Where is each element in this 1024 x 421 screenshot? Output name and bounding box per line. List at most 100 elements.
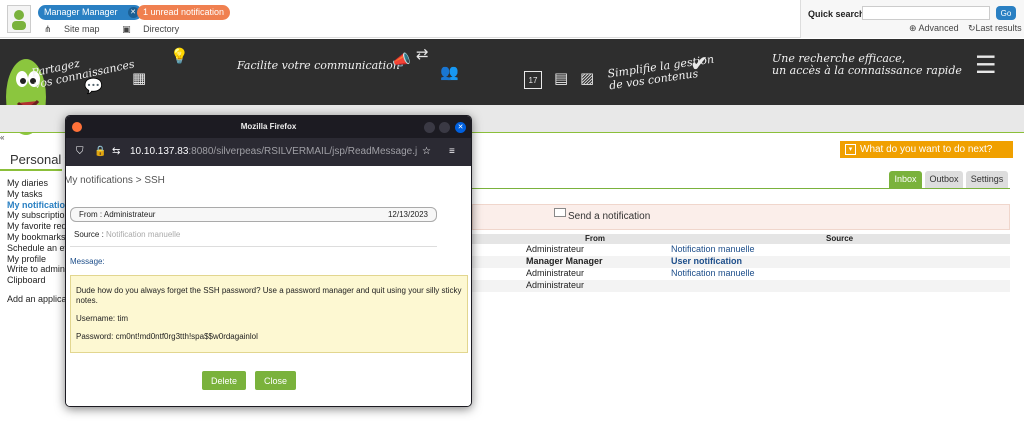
shield-icon[interactable]: ⛉ (76, 146, 84, 157)
banner: Partagez vos connaissances 💬 ▦ 💡 Facilit… (0, 39, 1024, 135)
chevron-down-icon: ▾ (845, 144, 856, 155)
last-results-link[interactable]: ↻Last results (968, 23, 1022, 34)
sidebar-item-bookmarks[interactable]: My bookmarks (7, 232, 74, 243)
search-list-icon: ☰ (975, 52, 997, 79)
refresh-icon: ↻ (968, 23, 976, 33)
column-header-from[interactable]: From (585, 234, 605, 243)
url-text[interactable]: 10.10.137.83:8080/silverpeas/RSILVERMAIL… (130, 146, 426, 157)
from-label: From : Administrateur (79, 210, 156, 219)
lock-warning-icon[interactable]: 🔒 (94, 146, 106, 157)
tab-outbox[interactable]: Outbox (925, 171, 963, 188)
column-header-source[interactable]: Source (826, 234, 853, 243)
cell-source[interactable]: Notification manuelle (671, 244, 755, 254)
tab-inbox[interactable]: Inbox (889, 171, 922, 188)
maximize-icon[interactable] (439, 122, 450, 133)
top-links: ⋔ Site map ▣ Directory (44, 24, 199, 35)
send-notification-link[interactable]: Send a notification (568, 211, 650, 222)
source-row: Source : Notification manuelle (74, 230, 180, 239)
table-row[interactable]: Administrateur (472, 280, 1010, 292)
qr-code-icon: ▦ (132, 70, 147, 87)
table-row[interactable]: Administrateur Notification manuelle (472, 268, 1010, 280)
sidebar-item-profile[interactable]: My profile (7, 254, 74, 265)
quick-search-input[interactable] (862, 6, 990, 20)
sidebar-item-tasks[interactable]: My tasks (7, 189, 74, 200)
image-icon: ▨ (580, 70, 595, 87)
url-host: 10.10.137.83 (130, 146, 189, 157)
notifications-table: From Source Administrateur Notification … (472, 234, 1010, 292)
what-to-do-next-label: What do you want to do next? (860, 144, 993, 155)
directory-link[interactable]: ▣ Directory (122, 24, 189, 34)
hamburger-menu-icon[interactable]: ≡ (449, 146, 455, 157)
sidebar-item-notifications[interactable]: My notification (7, 200, 74, 211)
what-to-do-next-button[interactable]: ▾ What do you want to do next? (840, 141, 1013, 158)
sidebar-item-favorite-requests[interactable]: My favorite requ (7, 221, 74, 232)
advanced-search-link[interactable]: ⊕ Advanced (909, 23, 959, 34)
cell-source[interactable]: User notification (671, 256, 742, 266)
cell-from: Administrateur (526, 268, 585, 278)
cell-from: Administrateur (526, 280, 585, 290)
message-date: 12/13/2023 (387, 210, 428, 219)
message-header: From : Administrateur 12/13/2023 (70, 207, 437, 222)
message-label: Message: (70, 257, 105, 266)
add-application-link[interactable]: Add an applicati (7, 294, 71, 304)
divider (70, 246, 437, 247)
advanced-search-label: Advanced (918, 23, 959, 33)
calendar-icon: 17 (524, 71, 542, 89)
cell-from: Administrateur (526, 244, 585, 254)
notifications-pill[interactable]: 1 unread notification (137, 5, 231, 20)
sidebar-item-subscriptions[interactable]: My subscription (7, 210, 74, 221)
cell-source[interactable]: Notification manuelle (671, 268, 755, 278)
delete-button[interactable]: Delete (202, 371, 246, 390)
message-line: Password: cm0nt!md0ntf0rg3tth!spa$$w0rda… (76, 332, 258, 341)
message-line: Dude how do you always forget the SSH pa… (76, 286, 462, 305)
window-title: Mozilla Firefox (240, 122, 297, 131)
checkmark-icon: ✔ (690, 51, 709, 76)
close-window-icon[interactable]: ✕ (455, 122, 466, 133)
url-bar[interactable]: ⛉ 🔒 ⇆ 10.10.137.83:8080/silverpeas/RSILV… (66, 138, 471, 166)
avatar[interactable] (7, 5, 31, 33)
message-body: Dude how do you always forget the SSH pa… (70, 275, 468, 353)
minimize-icon[interactable] (424, 122, 435, 133)
message-line: Username: tim (76, 314, 129, 323)
banner-text-communication: Facilite votre communication (237, 59, 400, 72)
table-row[interactable]: Manager Manager User notification (472, 256, 1010, 268)
table-row[interactable]: Administrateur Notification manuelle (472, 244, 1010, 256)
banner-text-search: Une recherche efficace, un accès à la co… (772, 52, 962, 77)
envelope-icon[interactable] (554, 208, 566, 217)
cell-from: Manager Manager (526, 256, 603, 266)
sidebar-item-clipboard[interactable]: Clipboard (7, 275, 74, 286)
users-icon: 👥 (440, 64, 459, 81)
sidebar-item-schedule-event[interactable]: Schedule an eve (7, 243, 74, 254)
sidebar-item-write-admin[interactable]: Write to adminis (7, 264, 74, 275)
tab-settings[interactable]: Settings (966, 171, 1008, 188)
window-titlebar[interactable]: Mozilla Firefox ✕ (66, 116, 471, 138)
bookmark-star-icon[interactable]: ☆ (422, 146, 431, 157)
sitemap-link[interactable]: ⋔ Site map (44, 24, 110, 34)
chat-bubbles-icon: 💬 (84, 78, 103, 95)
permissions-icon[interactable]: ⇆ (112, 146, 120, 157)
source-value: Notification manuelle (106, 230, 181, 239)
table-header: From Source (472, 234, 1010, 244)
directory-icon: ▣ (122, 24, 134, 34)
calendar-day: 17 (528, 76, 538, 85)
user-name-pill[interactable]: Manager Manager ✕ (38, 5, 142, 20)
close-button[interactable]: Close (255, 371, 296, 390)
sitemap-icon: ⋔ (44, 24, 55, 34)
tab-underline (472, 188, 1010, 189)
directory-label: Directory (143, 24, 180, 34)
firefox-popup-window: Mozilla Firefox ✕ ⛉ 🔒 ⇆ 10.10.137.83:808… (65, 115, 472, 407)
send-notification-bar (472, 204, 1010, 230)
quick-search-label: Quick search (808, 9, 865, 19)
last-results-label: Last results (975, 23, 1022, 33)
sidebar-item-diaries[interactable]: My diaries (7, 178, 74, 189)
quick-search-go-button[interactable]: Go (996, 6, 1016, 20)
exchange-arrows-icon: ⇄ (416, 46, 429, 63)
breadcrumb: My notifications > SSH (65, 175, 165, 186)
firefox-logo-icon (72, 122, 82, 132)
url-path: :8080/silverpeas/RSILVERMAIL/jsp/ReadMes… (188, 146, 418, 157)
double-chevron-left-icon[interactable]: « (0, 133, 4, 142)
popup-content: My notifications > SSH From : Administra… (66, 166, 471, 406)
user-name-label: Manager Manager (44, 7, 118, 17)
sidebar-menu: My diaries My tasks My notification My s… (7, 178, 74, 286)
document-icon: ▤ (554, 70, 569, 87)
